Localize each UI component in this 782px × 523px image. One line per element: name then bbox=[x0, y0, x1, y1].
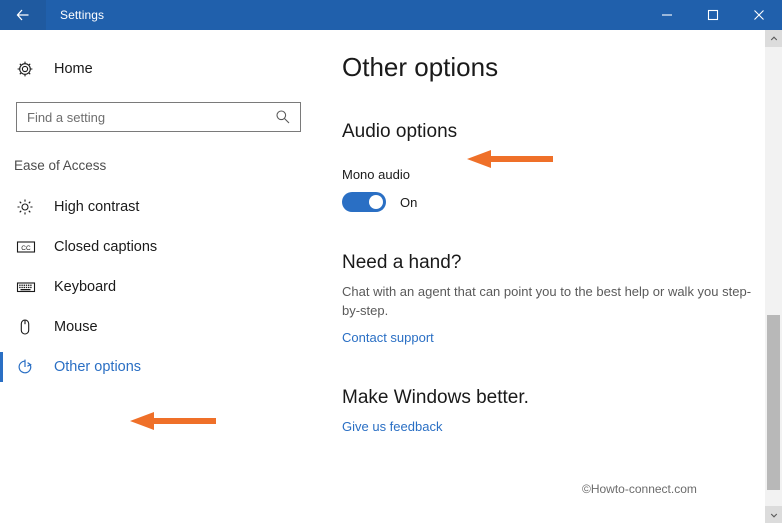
scrollbar-thumb[interactable] bbox=[767, 315, 780, 490]
search-input[interactable] bbox=[17, 104, 265, 130]
mono-audio-toggle-row: On bbox=[342, 192, 760, 212]
chevron-up-icon bbox=[770, 30, 778, 48]
svg-text:CC: CC bbox=[21, 245, 31, 252]
scroll-up-button[interactable] bbox=[765, 30, 782, 47]
other-options-icon bbox=[16, 358, 44, 376]
sidebar-item-label: High contrast bbox=[54, 199, 140, 215]
gear-icon bbox=[16, 60, 46, 78]
contact-support-link[interactable]: Contact support bbox=[342, 330, 434, 345]
need-a-hand-heading: Need a hand? bbox=[342, 252, 462, 273]
brightness-icon bbox=[16, 198, 44, 216]
window-controls bbox=[644, 0, 782, 30]
back-arrow-icon bbox=[15, 7, 31, 23]
settings-window: Settings Home Find a setting Ease of Acc… bbox=[0, 0, 782, 523]
sidebar-arrow-annotation bbox=[128, 408, 218, 439]
sidebar: Home Ease of Access bbox=[0, 30, 330, 523]
window-title: Settings bbox=[60, 8, 105, 22]
page-title: Other options bbox=[342, 52, 499, 82]
mono-audio-state: On bbox=[400, 194, 418, 210]
keyboard-icon bbox=[16, 279, 44, 295]
vertical-scrollbar[interactable] bbox=[765, 30, 782, 523]
close-button[interactable] bbox=[736, 0, 782, 30]
sidebar-item-keyboard[interactable]: Keyboard bbox=[0, 267, 330, 307]
sidebar-item-home-label: Home bbox=[54, 61, 93, 77]
sidebar-item-label: Keyboard bbox=[54, 279, 117, 295]
search-icon[interactable] bbox=[275, 109, 291, 130]
watermark: ©Howto-connect.com bbox=[582, 482, 697, 496]
back-button[interactable] bbox=[0, 0, 46, 30]
sidebar-item-label: Other options bbox=[54, 359, 142, 375]
maximize-button[interactable] bbox=[690, 0, 736, 30]
close-icon bbox=[753, 9, 765, 21]
sidebar-item-closed-captions[interactable]: CC Closed captions bbox=[0, 227, 330, 267]
sidebar-item-mouse[interactable]: Mouse bbox=[0, 307, 330, 347]
sidebar-item-other-options[interactable]: Other options bbox=[0, 347, 330, 387]
mouse-icon bbox=[16, 318, 44, 336]
sidebar-item-label: Mouse bbox=[54, 319, 98, 335]
sidebar-nav-list: High contrast CC Closed captions Keyboar… bbox=[0, 187, 330, 387]
scroll-down-button[interactable] bbox=[765, 506, 782, 523]
title-bar: Settings bbox=[0, 0, 782, 30]
closed-captions-icon: CC bbox=[16, 239, 44, 255]
search-box[interactable] bbox=[16, 102, 301, 132]
main-content: Other options Audio options Mono audio O… bbox=[330, 30, 760, 523]
sidebar-item-high-contrast[interactable]: High contrast bbox=[0, 187, 330, 227]
chevron-down-icon bbox=[770, 506, 778, 523]
audio-options-arrow-annotation bbox=[465, 146, 555, 177]
minimize-button[interactable] bbox=[644, 0, 690, 30]
minimize-icon bbox=[661, 9, 673, 21]
make-windows-better-heading: Make Windows better. bbox=[342, 387, 529, 408]
need-a-hand-description: Chat with an agent that can point you to… bbox=[342, 284, 752, 318]
sidebar-item-home[interactable]: Home bbox=[0, 52, 330, 86]
sidebar-section-header: Ease of Access bbox=[14, 158, 107, 173]
maximize-icon bbox=[707, 9, 719, 21]
toggle-knob bbox=[369, 195, 383, 209]
audio-options-heading: Audio options bbox=[342, 121, 458, 142]
sidebar-item-label: Closed captions bbox=[54, 239, 158, 255]
give-us-feedback-link[interactable]: Give us feedback bbox=[342, 419, 442, 434]
mono-audio-toggle[interactable] bbox=[342, 192, 386, 212]
